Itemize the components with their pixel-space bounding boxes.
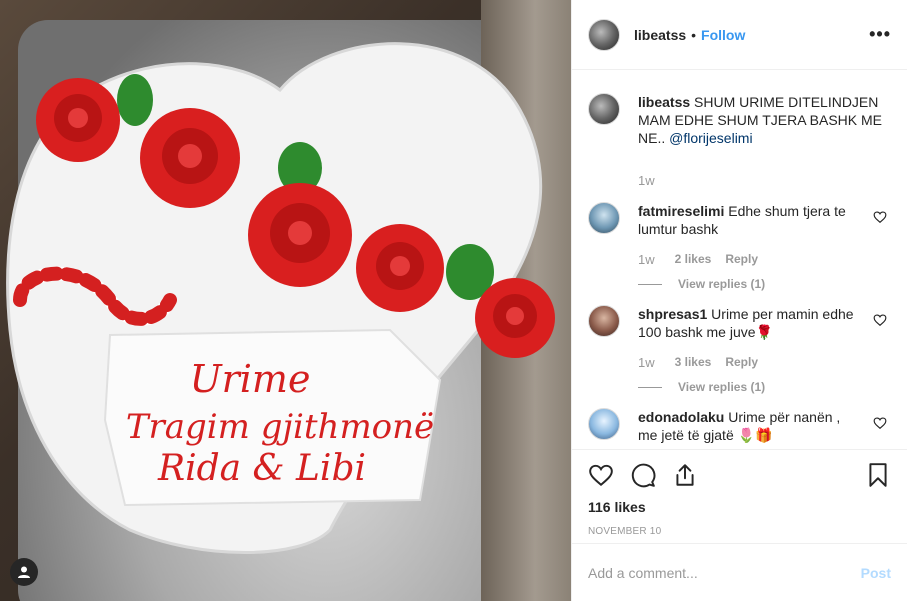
share-icon[interactable] [672, 462, 698, 488]
comment-username[interactable]: shpresas1 [638, 306, 707, 322]
post-photo[interactable]: Urime Tragim gjithmonë Rida & Libi [0, 0, 571, 601]
post-actions: 116 likes NOVEMBER 10 [572, 449, 907, 537]
comment-username[interactable]: edonadolaku [638, 409, 724, 425]
like-comment-heart-icon[interactable] [873, 313, 887, 327]
rose [356, 224, 444, 312]
comments-list[interactable]: libeatss SHUM URIME DITELINDJEN MAM EDHE… [572, 71, 907, 449]
avatar[interactable] [588, 305, 620, 337]
comment-item: edonadolaku Urime për nanën , me jetë të… [588, 408, 891, 444]
header-username[interactable]: libeatss [634, 27, 686, 43]
view-replies-label: View replies (1) [678, 380, 766, 394]
comment-time[interactable]: 1w [638, 252, 655, 267]
post-date[interactable]: NOVEMBER 10 [588, 526, 891, 537]
comment-username[interactable]: fatmireselimi [638, 203, 724, 219]
comment-bubble-icon[interactable] [630, 462, 656, 488]
divider [638, 283, 662, 285]
cake-text-line2: Tragim gjithmonë [126, 407, 434, 447]
caption-time[interactable]: 1w [638, 173, 891, 188]
comment-likes[interactable]: 3 likes [675, 355, 712, 370]
caption: libeatss SHUM URIME DITELINDJEN MAM EDHE… [588, 71, 891, 147]
comment-likes[interactable]: 2 likes [675, 252, 712, 267]
avatar[interactable] [588, 18, 620, 51]
avatar[interactable] [588, 202, 620, 234]
view-replies-label: View replies (1) [678, 277, 766, 291]
cake-text-line1: Urime [190, 357, 311, 401]
comment-text: edonadolaku Urime për nanën , me jetë të… [638, 408, 856, 444]
reply-button[interactable]: Reply [725, 355, 758, 370]
save-bookmark-icon[interactable] [865, 462, 891, 488]
rose [140, 108, 240, 208]
comment-time[interactable]: 1w [638, 355, 655, 370]
post-comment-button[interactable]: Post [861, 565, 891, 581]
rose [475, 278, 555, 358]
rose [248, 183, 352, 287]
comment-text: fatmireselimi Edhe shum tjera te lumtur … [638, 202, 856, 238]
like-comment-heart-icon[interactable] [873, 416, 887, 430]
cake-illustration: Urime Tragim gjithmonë Rida & Libi [6, 42, 555, 554]
post-side-panel: libeatss • Follow ••• libeatss SHUM URIM… [571, 0, 907, 601]
view-replies-button[interactable]: View replies (1) [638, 380, 856, 394]
leaf [117, 74, 153, 126]
reply-button[interactable]: Reply [725, 252, 758, 267]
cake-text-line3: Rida & Libi [157, 448, 366, 489]
separator-dot: • [691, 26, 697, 43]
caption-mention[interactable]: @florijeselimi [669, 130, 752, 146]
comment-input[interactable] [588, 564, 861, 581]
caption-username[interactable]: libeatss [638, 94, 690, 110]
like-comment-heart-icon[interactable] [873, 210, 887, 224]
avatar[interactable] [588, 93, 620, 125]
divider [638, 386, 662, 388]
like-heart-icon[interactable] [588, 462, 614, 488]
rose [36, 78, 120, 162]
post-header: libeatss • Follow ••• [572, 0, 907, 70]
comment-item: shpresas1 Urime per mamin edhe 100 bashk… [588, 305, 891, 394]
tagged-user-icon[interactable] [10, 558, 38, 586]
likes-count[interactable]: 116 likes [588, 499, 891, 515]
add-comment-bar: Post [572, 543, 907, 601]
view-replies-button[interactable]: View replies (1) [638, 277, 856, 291]
caption-text: libeatss SHUM URIME DITELINDJEN MAM EDHE… [638, 93, 891, 147]
more-options-icon[interactable]: ••• [869, 24, 891, 45]
follow-button[interactable]: Follow [701, 27, 745, 43]
avatar[interactable] [588, 408, 620, 440]
comment-text: shpresas1 Urime per mamin edhe 100 bashk… [638, 305, 856, 341]
comment-item: fatmireselimi Edhe shum tjera te lumtur … [588, 202, 891, 291]
